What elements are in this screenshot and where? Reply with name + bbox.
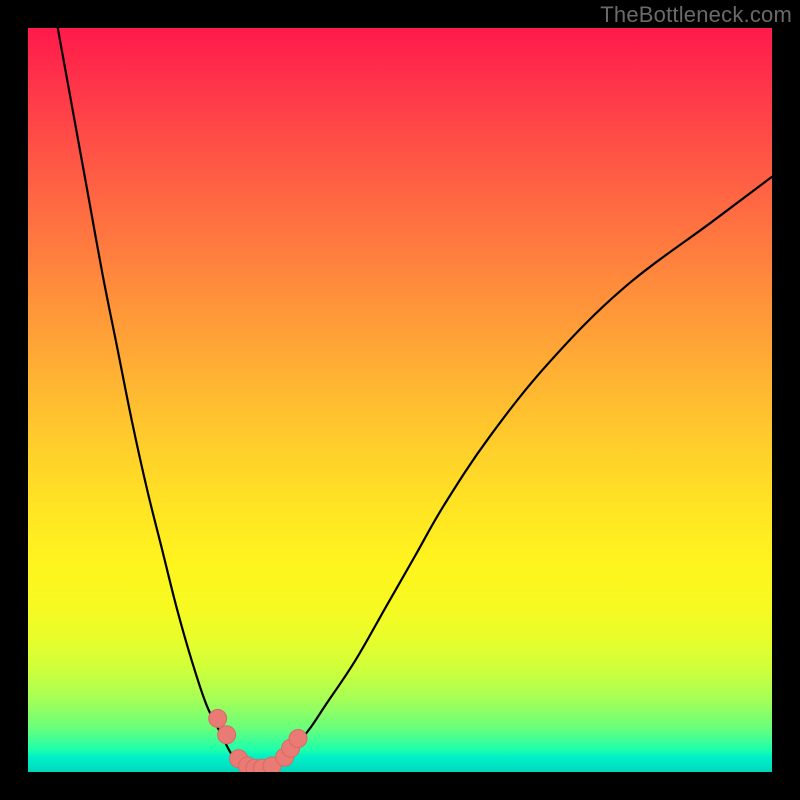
curve-group [58,28,772,770]
watermark-text: TheBottleneck.com [600,2,792,28]
data-marker [218,726,236,744]
chart-svg [28,28,772,772]
data-marker [209,709,227,727]
curve-right-branch [274,177,772,766]
outer-frame: TheBottleneck.com [0,0,800,800]
data-marker [289,730,307,748]
curve-left-branch [58,28,244,766]
marker-group [209,709,307,772]
